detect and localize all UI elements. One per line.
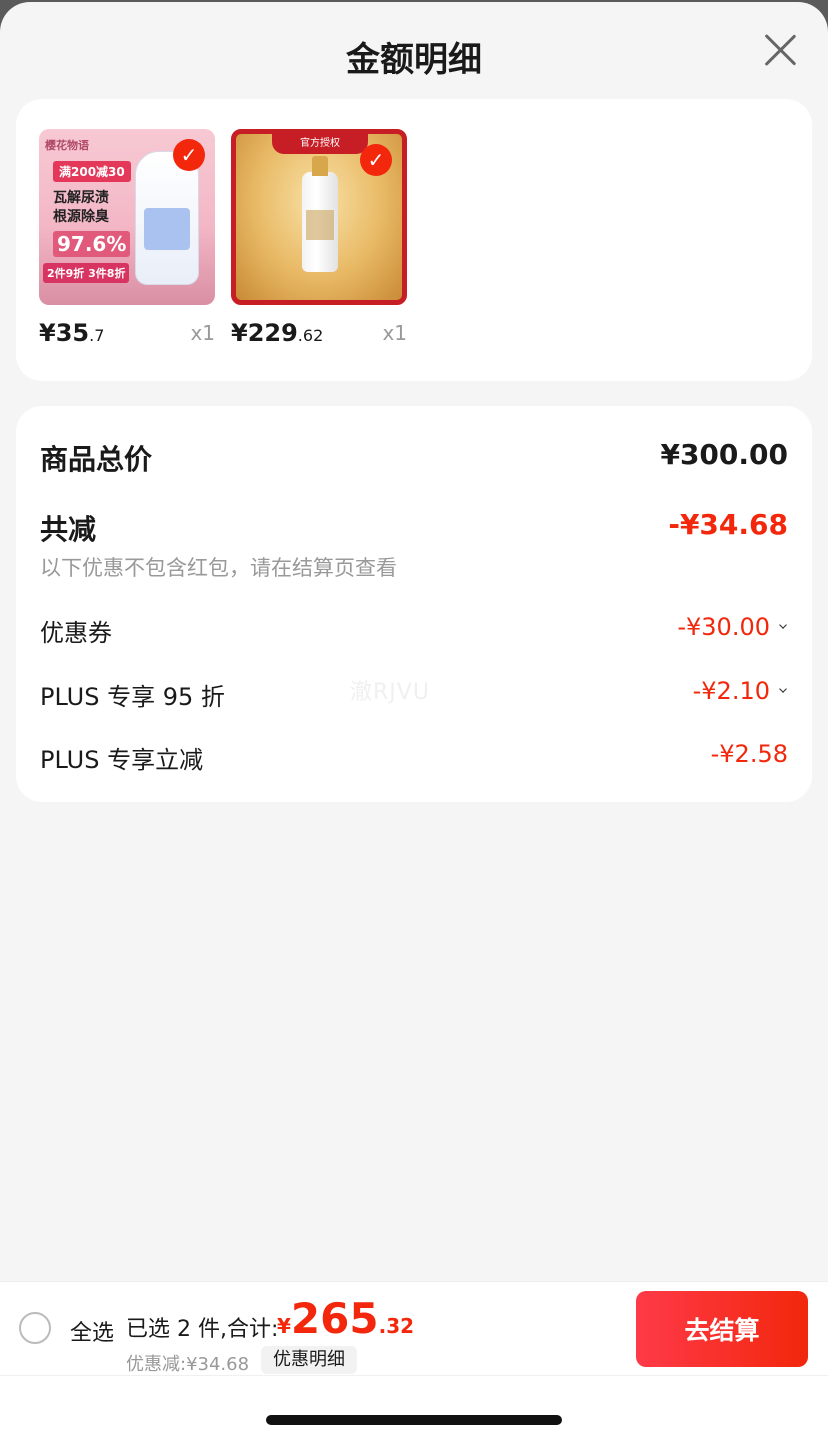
plus-discount-label: PLUS 专享 95 折 bbox=[40, 683, 225, 711]
sheet-header: 金额明细 bbox=[0, 2, 828, 100]
product-price: ¥229.62 bbox=[231, 319, 324, 347]
discount-summary: 优惠减:¥34.68 bbox=[126, 1354, 250, 1375]
close-icon[interactable] bbox=[762, 32, 798, 68]
total-price-label: 商品总价 bbox=[40, 443, 153, 476]
coupon-label: 优惠券 bbox=[40, 619, 112, 647]
divider bbox=[0, 1375, 828, 1376]
product-image[interactable]: 樱花物语 满200减30 瓦解尿渍 根源除臭 97.6% 2件9折 3件8折 ✓ bbox=[39, 129, 215, 305]
product-deal: 2件9折 3件8折 bbox=[43, 263, 130, 283]
watermark: 澈RJVU bbox=[350, 680, 430, 705]
select-all-radio[interactable] bbox=[19, 1312, 51, 1344]
product-price: ¥35.7 bbox=[39, 319, 105, 347]
plus-reduce-row: PLUS 专享立减 -¥2.58 bbox=[40, 740, 788, 776]
select-all-label[interactable]: 全选 bbox=[70, 1315, 114, 1347]
product-brand: 樱花物语 bbox=[45, 139, 89, 152]
check-icon[interactable]: ✓ bbox=[173, 139, 205, 171]
products-card: 樱花物语 满200减30 瓦解尿渍 根源除臭 97.6% 2件9折 3件8折 ✓… bbox=[16, 99, 812, 381]
coupon-row[interactable]: 优惠券 -¥30.00 bbox=[40, 613, 788, 649]
checkout-button[interactable]: 去结算 bbox=[636, 1291, 808, 1367]
total-reduce-row: 共减 -¥34.68 bbox=[40, 508, 788, 548]
total-price-value: ¥300.00 bbox=[660, 438, 788, 471]
total-reduce-value: -¥34.68 bbox=[668, 508, 788, 541]
discount-detail-button[interactable]: 优惠明细 bbox=[261, 1346, 357, 1374]
product-promo-badge: 满200减30 bbox=[53, 161, 131, 182]
product-price-row: ¥35.7 x1 bbox=[39, 319, 215, 351]
sheet-title: 金额明细 bbox=[346, 40, 482, 80]
product-qty: x1 bbox=[382, 321, 407, 345]
summary-card: 商品总价 ¥300.00 共减 -¥34.68 以下优惠不包含红包，请在结算页查… bbox=[16, 406, 812, 802]
plus-discount-value: -¥2.10 bbox=[693, 677, 788, 705]
liquor-bottle-graphic bbox=[302, 156, 338, 272]
product-qty: x1 bbox=[190, 321, 215, 345]
total-price-row: 商品总价 ¥300.00 bbox=[40, 438, 788, 478]
total-amount: ¥265.32 bbox=[277, 1294, 415, 1343]
product-item: 官方授权 ✓ ¥229.62 x1 bbox=[231, 129, 407, 351]
check-icon[interactable]: ✓ bbox=[360, 144, 392, 176]
plus-reduce-value: -¥2.58 bbox=[710, 740, 788, 768]
product-ribbon: 官方授权 bbox=[272, 134, 368, 154]
coupon-value: -¥30.00 bbox=[677, 613, 788, 641]
product-price-row: ¥229.62 x1 bbox=[231, 319, 407, 351]
chevron-down-icon bbox=[779, 685, 787, 693]
product-item: 樱花物语 满200减30 瓦解尿渍 根源除臭 97.6% 2件9折 3件8折 ✓… bbox=[39, 129, 215, 351]
plus-reduce-label: PLUS 专享立减 bbox=[40, 746, 204, 774]
product-slogan: 瓦解尿渍 根源除臭 bbox=[53, 190, 109, 225]
product-image[interactable]: 官方授权 ✓ bbox=[231, 129, 407, 305]
total-reduce-label: 共减 bbox=[40, 513, 97, 546]
selected-count-text: 已选 2 件,合计: bbox=[126, 1317, 279, 1342]
product-percent: 97.6% bbox=[53, 231, 131, 257]
chevron-down-icon bbox=[779, 621, 787, 629]
checkout-bar: 全选 已选 2 件,合计: ¥265.32 优惠减:¥34.68 优惠明细 去结… bbox=[0, 1281, 828, 1439]
amount-detail-sheet: 金额明细 樱花物语 满200减30 瓦解尿渍 根源除臭 97.6% 2件9折 3… bbox=[0, 2, 828, 1439]
home-indicator bbox=[266, 1415, 562, 1425]
spray-bottle-graphic bbox=[135, 151, 199, 285]
reduce-note: 以下优惠不包含红包，请在结算页查看 bbox=[40, 556, 397, 580]
